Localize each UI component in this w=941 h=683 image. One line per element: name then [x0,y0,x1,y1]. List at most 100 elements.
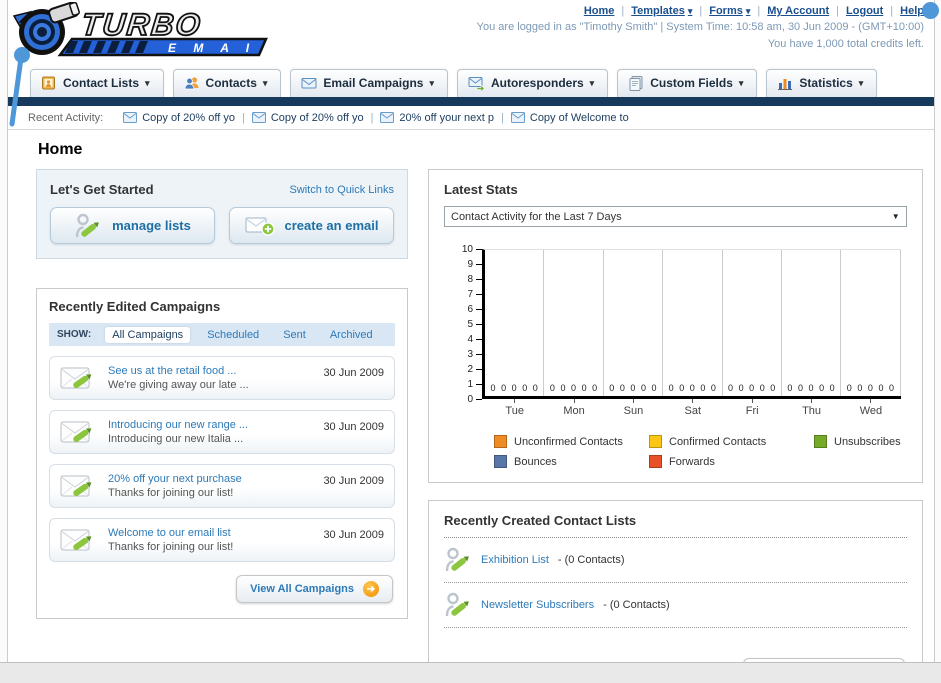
page-title: Home [38,141,83,158]
svg-text:TURBO: TURBO [80,7,204,42]
separator: | [621,5,625,17]
envelope-pencil-icon [60,363,98,393]
activity-item-copy-of-20-off-yo[interactable]: Copy of 20% off yo [251,112,364,124]
envelope-icon [380,112,395,123]
legend-item: Unconfirmed Contacts [494,435,649,448]
legend-swatch [494,455,507,468]
legend-swatch [649,455,662,468]
corner-balloon-icon[interactable] [922,2,939,19]
header-right: Home | Templates ▾ | Forms ▾ | My Account … [477,5,924,51]
link-templates[interactable]: Templates ▾ [631,5,692,17]
switch-to-quick-links[interactable]: Switch to Quick Links [289,184,394,196]
legend-swatch [649,435,662,448]
legend-item: Forwards [649,455,814,468]
campaign-date: 30 Jun 2009 [323,367,384,379]
envelope-arrow-icon [468,75,485,91]
contact-list-item[interactable]: Exhibition List - (0 Contacts) [444,538,907,583]
campaign-card[interactable]: Welcome to our email list Thanks for joi… [49,518,395,562]
tab-email-campaigns[interactable]: Email Campaigns ▾ [290,69,448,97]
contact-list-item[interactable]: Newsletter Subscribers - (0 Contacts) [444,583,907,628]
x-tick-label: Mon [544,399,603,417]
legend-swatch [814,435,827,448]
chevron-down-icon: ▼ [891,212,900,221]
filter-scheduled[interactable]: Scheduled [200,327,266,343]
filter-archived[interactable]: Archived [323,327,380,343]
person-pencil-icon [444,591,472,619]
tab-contacts[interactable]: Contacts ▾ [172,69,282,97]
tab-statistics[interactable]: Statistics ▾ [766,69,878,97]
view-all-campaigns-button[interactable]: View All Campaigns ➔ [236,575,393,603]
bar-chart-icon [777,75,793,91]
activity-item-copy-of-welcome-to[interactable]: Copy of Welcome to [510,112,629,124]
legend-item: Bounces [494,455,649,468]
separator: | [501,111,504,124]
left-column: Let's Get Started Switch to Quick Links … [36,169,408,619]
chevron-down-icon: ▾ [858,77,864,88]
chart-day-group: 00000 [723,250,782,396]
separator: | [890,5,894,17]
right-column: Latest Stats Contact Activity for the La… [428,169,923,683]
people-icon [184,75,200,91]
chart-day-group: 00000 [485,250,545,396]
recent-activity-label: Recent Activity: [28,111,104,124]
campaign-title-link[interactable]: 20% off your next purchase [108,473,242,485]
link-help[interactable]: Help [900,5,924,17]
link-forms[interactable]: Forms ▾ [709,5,750,17]
activity-item-20-off-your-next-p[interactable]: 20% off your next p [380,112,494,124]
contact-count: - (0 Contacts) [557,554,625,566]
envelope-pencil-icon [60,471,98,501]
get-started-panel: Let's Get Started Switch to Quick Links … [36,169,408,259]
tab-contact-lists[interactable]: Contact Lists ▾ [30,69,164,97]
login-info-line2: You have 1,000 total credits left. [767,38,924,50]
envelope-icon [510,112,525,123]
campaign-subtitle: Thanks for joining our list! [108,541,234,553]
campaign-subtitle: We're giving away our late ... [108,379,249,391]
chevron-down-icon: ▾ [745,6,751,16]
stats-dropdown[interactable]: Contact Activity for the Last 7 Days ▼ [444,206,907,227]
tab-custom-fields[interactable]: Custom Fields ▾ [617,69,758,97]
chevron-down-icon: ▾ [429,77,434,88]
show-label: SHOW: [57,329,92,340]
tab-autoresponders[interactable]: Autoresponders ▾ [456,69,609,97]
chevron-down-icon: ▾ [589,77,595,88]
x-tick-label: Thu [782,399,841,417]
button-manage-lists[interactable]: manage lists [50,207,215,244]
latest-stats-title: Latest Stats [444,182,518,197]
chevron-down-icon: ▾ [145,77,150,88]
chart-y-axis: 10 9 8 7 6 5 4 3 2 1 0 [452,244,482,405]
link-logout[interactable]: Logout [846,5,883,17]
x-tick-label: Tue [485,399,544,417]
envelope-icon [251,112,266,123]
legend-item: Confirmed Contacts [649,435,814,448]
pin-decoration-icon [8,44,34,132]
campaign-card[interactable]: See us at the retail food ... We're givi… [49,356,395,400]
campaign-card[interactable]: Introducing our new range ... Introducin… [49,410,395,454]
filter-all-campaigns[interactable]: All Campaigns [105,326,191,343]
turbo-email-logo: TURBO E M A I L [10,2,280,58]
filter-sent[interactable]: Sent [276,327,313,343]
contact-lists-panel: Recently Created Contact Lists Exhibitio… [428,500,923,683]
envelope-plus-icon [245,215,275,237]
chart-legend: Unconfirmed Contacts Confirmed Contacts … [494,435,901,468]
person-pencil-icon [74,212,102,240]
campaign-title-link[interactable]: Welcome to our email list [108,527,233,539]
separator: | [699,5,703,17]
campaign-subtitle: Thanks for joining our list! [108,487,234,499]
chart-day-group: 00000 [663,250,723,396]
campaign-list: See us at the retail food ... We're givi… [49,356,395,562]
campaign-date: 30 Jun 2009 [323,421,384,433]
campaign-title-link[interactable]: See us at the retail food ... [108,365,249,377]
button-create-an-email[interactable]: create an email [229,207,394,244]
contact-lists-title: Recently Created Contact Lists [444,513,637,528]
campaign-card[interactable]: 20% off your next purchase Thanks for jo… [49,464,395,508]
campaign-title-link[interactable]: Introducing our new range ... [108,419,248,431]
contact-list-link[interactable]: Exhibition List [481,554,549,566]
contact-list-link[interactable]: Newsletter Subscribers [481,599,594,611]
link-home[interactable]: Home [584,5,615,17]
footer-strip [0,662,941,683]
envelope-icon [123,112,138,123]
envelope-pencil-icon [60,417,98,447]
login-info-line1: You are logged in as "Timothy Smith" | S… [476,21,924,33]
activity-item-copy-of-20-off-yo[interactable]: Copy of 20% off yo [123,112,235,124]
link-my-account[interactable]: My Account [767,5,829,17]
